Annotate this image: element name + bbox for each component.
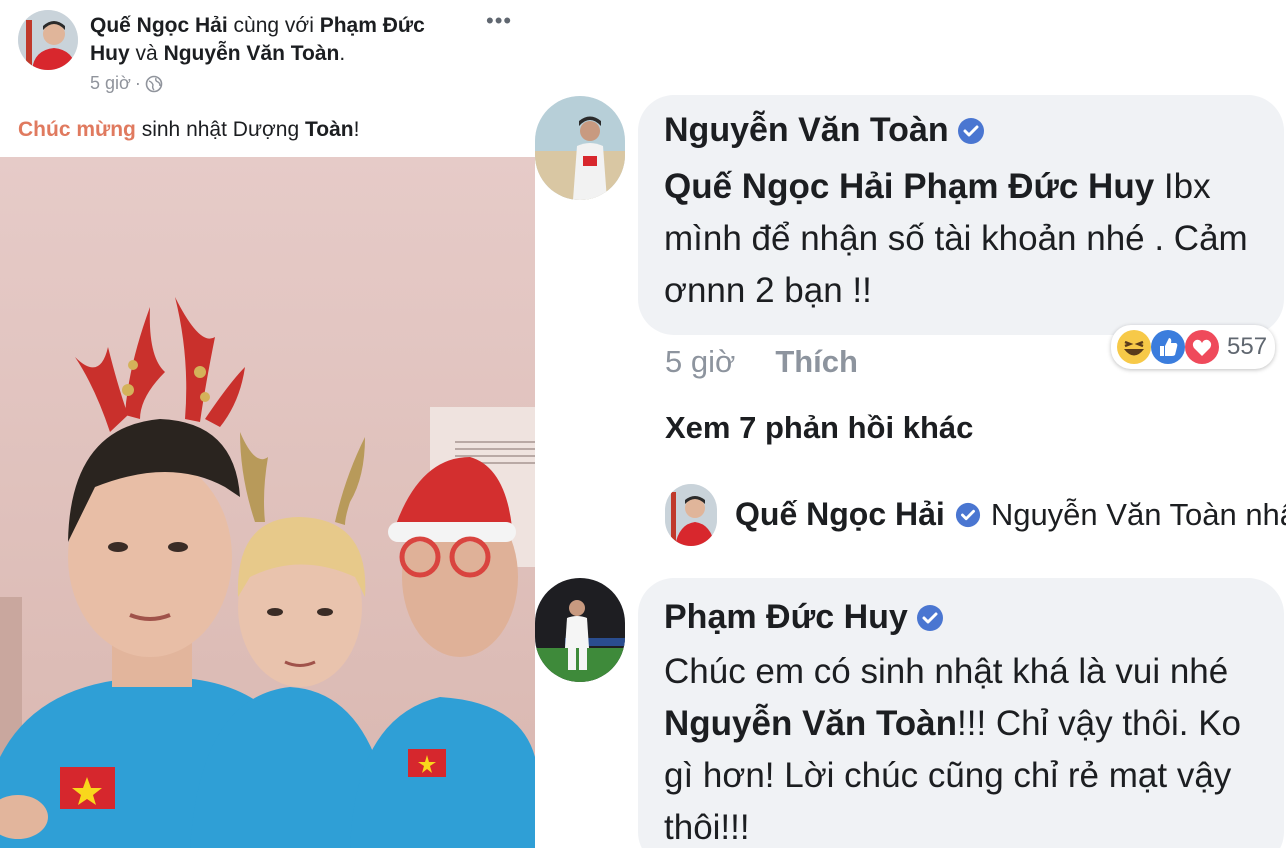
comment-body: Quế Ngọc Hải Phạm Đức Huy Ibx mình để nh…	[664, 161, 1274, 317]
post-photo[interactable]	[0, 157, 535, 848]
reactions-summary[interactable]: 557	[1111, 325, 1276, 369]
tagged-name-2[interactable]: Nguyễn Văn Toàn	[164, 42, 340, 65]
commenter-avatar[interactable]	[535, 96, 625, 200]
post-text-end: !	[353, 118, 360, 141]
post-text-middle: sinh nhật Dượng	[135, 118, 305, 141]
haha-icon	[1117, 330, 1151, 364]
post-text: Chúc mừng sinh nhật Dượng Toàn!	[18, 118, 359, 142]
post-text-highlight[interactable]: Chúc mừng	[18, 118, 136, 141]
comment2-line-2: !!! Chỉ vậy thôi. Ko	[957, 704, 1242, 743]
comment-text-2: mình để nhận số tài khoản nhé . Cảm	[664, 219, 1248, 258]
comment-bubble: Nguyễn Văn Toàn Quế Ngọc Hải Phạm Đức Hu…	[638, 95, 1284, 335]
tagged-name-1b[interactable]: Huy	[90, 42, 130, 65]
post-time[interactable]: 5 giờ	[90, 73, 131, 94]
with-text: cùng với	[233, 14, 314, 37]
globe-icon	[145, 75, 163, 92]
post-panel: Quế Ngọc Hải cùng với Phạm Đức Huy và Ng…	[0, 0, 535, 848]
comment-body-2: Chúc em có sinh nhật khá là vui nhé Nguy…	[664, 646, 1274, 848]
comment-bubble-2: Phạm Đức Huy Chúc em có sinh nhật khá là…	[638, 578, 1284, 848]
commenter-avatar-2[interactable]	[535, 578, 625, 682]
verified-badge-icon	[916, 604, 943, 631]
post-header: Quế Ngọc Hải cùng với Phạm Đức Huy và Ng…	[90, 12, 470, 68]
reply-preview[interactable]: Quế Ngọc Hải Nguyễn Văn Toàn nhậ...	[735, 496, 1286, 533]
like-button[interactable]: Thích	[775, 344, 858, 380]
comment-author-name-2[interactable]: Phạm Đức Huy	[664, 598, 908, 637]
comment2-line-3: gì hơn! Lời chúc cũng chỉ rẻ mạt vậy	[664, 756, 1232, 795]
author-name[interactable]: Quế Ngọc Hải	[90, 14, 228, 37]
and-text: và	[135, 42, 158, 65]
tagged-name-1[interactable]: Phạm Đức	[320, 14, 425, 37]
verified-badge-icon	[957, 117, 984, 144]
verified-badge-icon	[955, 502, 980, 527]
comment-mention[interactable]: Quế Ngọc Hải Phạm Đức Huy	[664, 167, 1154, 206]
reply-text: Nguyễn Văn Toàn nhậ...	[990, 496, 1286, 532]
comment-actions: 5 giờ Thích	[665, 344, 858, 380]
like-icon	[1151, 330, 1185, 364]
comment2-line-4: thôi!!!	[664, 808, 750, 847]
love-icon	[1185, 330, 1219, 364]
reply-avatar[interactable]	[665, 484, 717, 546]
comment-text-3: ơnnn 2 bạn !!	[664, 271, 872, 310]
author-avatar[interactable]	[18, 10, 78, 70]
reaction-count: 557	[1227, 333, 1268, 360]
comment-time[interactable]: 5 giờ	[665, 344, 735, 380]
period: .	[339, 42, 346, 65]
view-more-replies-link[interactable]: Xem 7 phản hồi khác	[665, 410, 973, 446]
comments-panel: Nguyễn Văn Toàn Quế Ngọc Hải Phạm Đức Hu…	[535, 0, 1286, 848]
comment-text-1: Ibx	[1154, 167, 1211, 206]
reply-author-name[interactable]: Quế Ngọc Hải	[735, 496, 945, 533]
comment-author[interactable]: Nguyễn Văn Toàn	[664, 111, 985, 150]
comment2-line-1: Chúc em có sinh nhật khá là vui nhé	[664, 652, 1229, 691]
comment-author-name[interactable]: Nguyễn Văn Toàn	[664, 111, 949, 150]
meta-dot: ·	[134, 73, 141, 93]
post-meta: 5 giờ ·	[90, 73, 163, 94]
comment-author-2[interactable]: Phạm Đức Huy	[664, 598, 944, 637]
comment2-mention[interactable]: Nguyễn Văn Toàn	[664, 704, 957, 743]
post-text-bold: Toàn	[304, 118, 354, 141]
more-options-button[interactable]: •••	[486, 8, 512, 34]
